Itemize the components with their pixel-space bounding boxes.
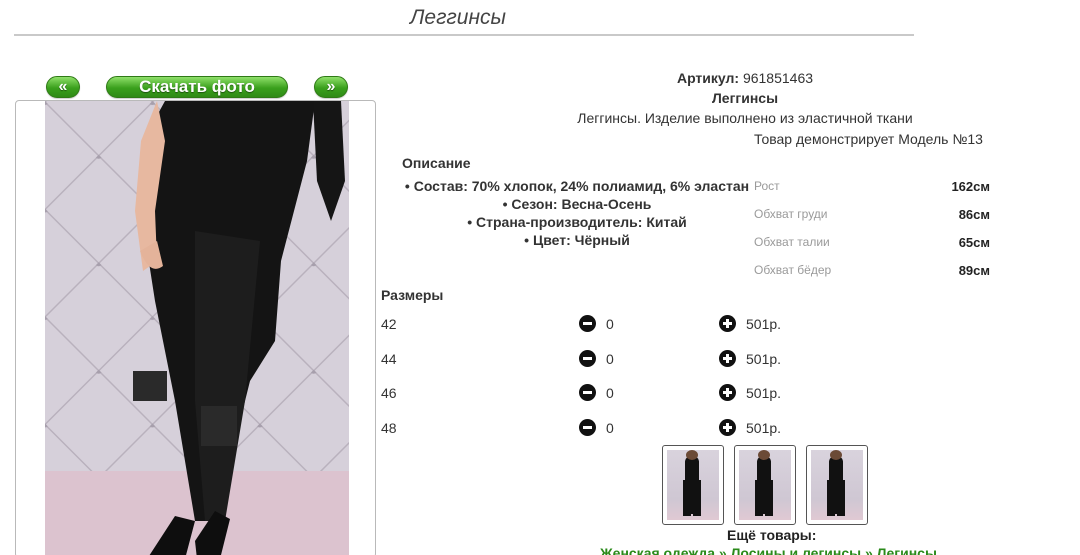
param-row: Рост 162см [754, 172, 990, 200]
quantity-value: 0 [606, 420, 614, 436]
description-item: Сезон: Весна-Осень [402, 195, 752, 213]
plus-circle-icon[interactable] [719, 419, 736, 436]
breadcrumb-separator: » [864, 545, 873, 555]
size-label: 46 [381, 385, 397, 401]
sizes-heading: Размеры [381, 287, 444, 303]
quantity-value: 0 [606, 385, 614, 401]
thumbnail-image [739, 450, 791, 520]
description-item: Цвет: Чёрный [402, 231, 752, 249]
param-value: 65см [958, 234, 990, 250]
param-label: Обхват талии [754, 235, 830, 249]
breadcrumb: Женская одежда » Лосины и легинсы » Леги… [600, 545, 937, 555]
prev-photo-button[interactable]: « [46, 76, 80, 98]
param-label: Рост [754, 179, 780, 193]
price-value: 501р. [746, 420, 782, 436]
breadcrumb-link[interactable]: Легинсы [877, 545, 937, 555]
param-value: 86см [958, 206, 990, 222]
next-photo-button[interactable]: » [314, 76, 348, 98]
param-label: Обхват груди [754, 207, 828, 221]
product-photo[interactable] [45, 101, 349, 555]
minus-circle-icon[interactable] [579, 350, 596, 367]
breadcrumb-link[interactable]: Женская одежда [600, 545, 715, 555]
description-item: Состав: 70% хлопок, 24% полиамид, 6% эла… [402, 177, 752, 195]
param-row: Обхват бёдер 89см [754, 256, 990, 284]
param-value: 162см [951, 178, 990, 194]
article-label: Артикул: [676, 70, 740, 86]
product-photo-frame [15, 100, 376, 555]
price-value: 501р. [746, 316, 782, 332]
download-photo-button[interactable]: Скачать фото [106, 76, 288, 98]
size-row: 48 0 501р. [381, 417, 801, 439]
product-description: Леггинсы. Изделие выполнено из эластично… [577, 110, 913, 126]
param-row: Обхват груди 86см [754, 200, 990, 228]
thumbnail-image [667, 450, 719, 520]
param-row: Обхват талии 65см [754, 228, 990, 256]
thumbnail-2[interactable] [734, 445, 796, 525]
plus-circle-icon[interactable] [719, 384, 736, 401]
model-params-table: Рост 162см Обхват груди 86см Обхват тали… [754, 172, 990, 284]
title-divider [14, 34, 914, 36]
description-heading: Описание [402, 155, 471, 171]
plus-circle-icon[interactable] [719, 315, 736, 332]
description-list: Состав: 70% хлопок, 24% полиамид, 6% эла… [402, 177, 752, 249]
article-line: Артикул: 961851463 [545, 70, 945, 86]
minus-circle-icon[interactable] [579, 315, 596, 332]
product-name: Леггинсы [711, 90, 779, 106]
minus-circle-icon[interactable] [579, 419, 596, 436]
more-products-heading: Ещё товары: [727, 527, 817, 543]
model-note: Товар демонстрирует Модель №13 [754, 131, 983, 147]
param-value: 89см [958, 262, 990, 278]
page-title: Леггинсы [410, 6, 506, 29]
breadcrumb-link[interactable]: Лосины и легинсы [731, 545, 862, 555]
product-photo-illustration [45, 101, 349, 555]
size-row: 44 0 501р. [381, 348, 801, 370]
quantity-value: 0 [606, 316, 614, 332]
minus-circle-icon[interactable] [579, 384, 596, 401]
size-row: 46 0 501р. [381, 382, 801, 404]
thumbnail-1[interactable] [662, 445, 724, 525]
plus-circle-icon[interactable] [719, 350, 736, 367]
size-label: 42 [381, 316, 397, 332]
quantity-value: 0 [606, 351, 614, 367]
thumbnail-3[interactable] [806, 445, 868, 525]
description-item: Страна-производитель: Китай [402, 213, 752, 231]
param-label: Обхват бёдер [754, 263, 832, 277]
size-label: 48 [381, 420, 397, 436]
size-row: 42 0 501р. [381, 313, 801, 335]
breadcrumb-separator: » [718, 545, 727, 555]
thumbnail-image [811, 450, 863, 520]
price-value: 501р. [746, 351, 782, 367]
price-value: 501р. [746, 385, 782, 401]
article-value: 961851463 [742, 70, 814, 86]
size-label: 44 [381, 351, 397, 367]
